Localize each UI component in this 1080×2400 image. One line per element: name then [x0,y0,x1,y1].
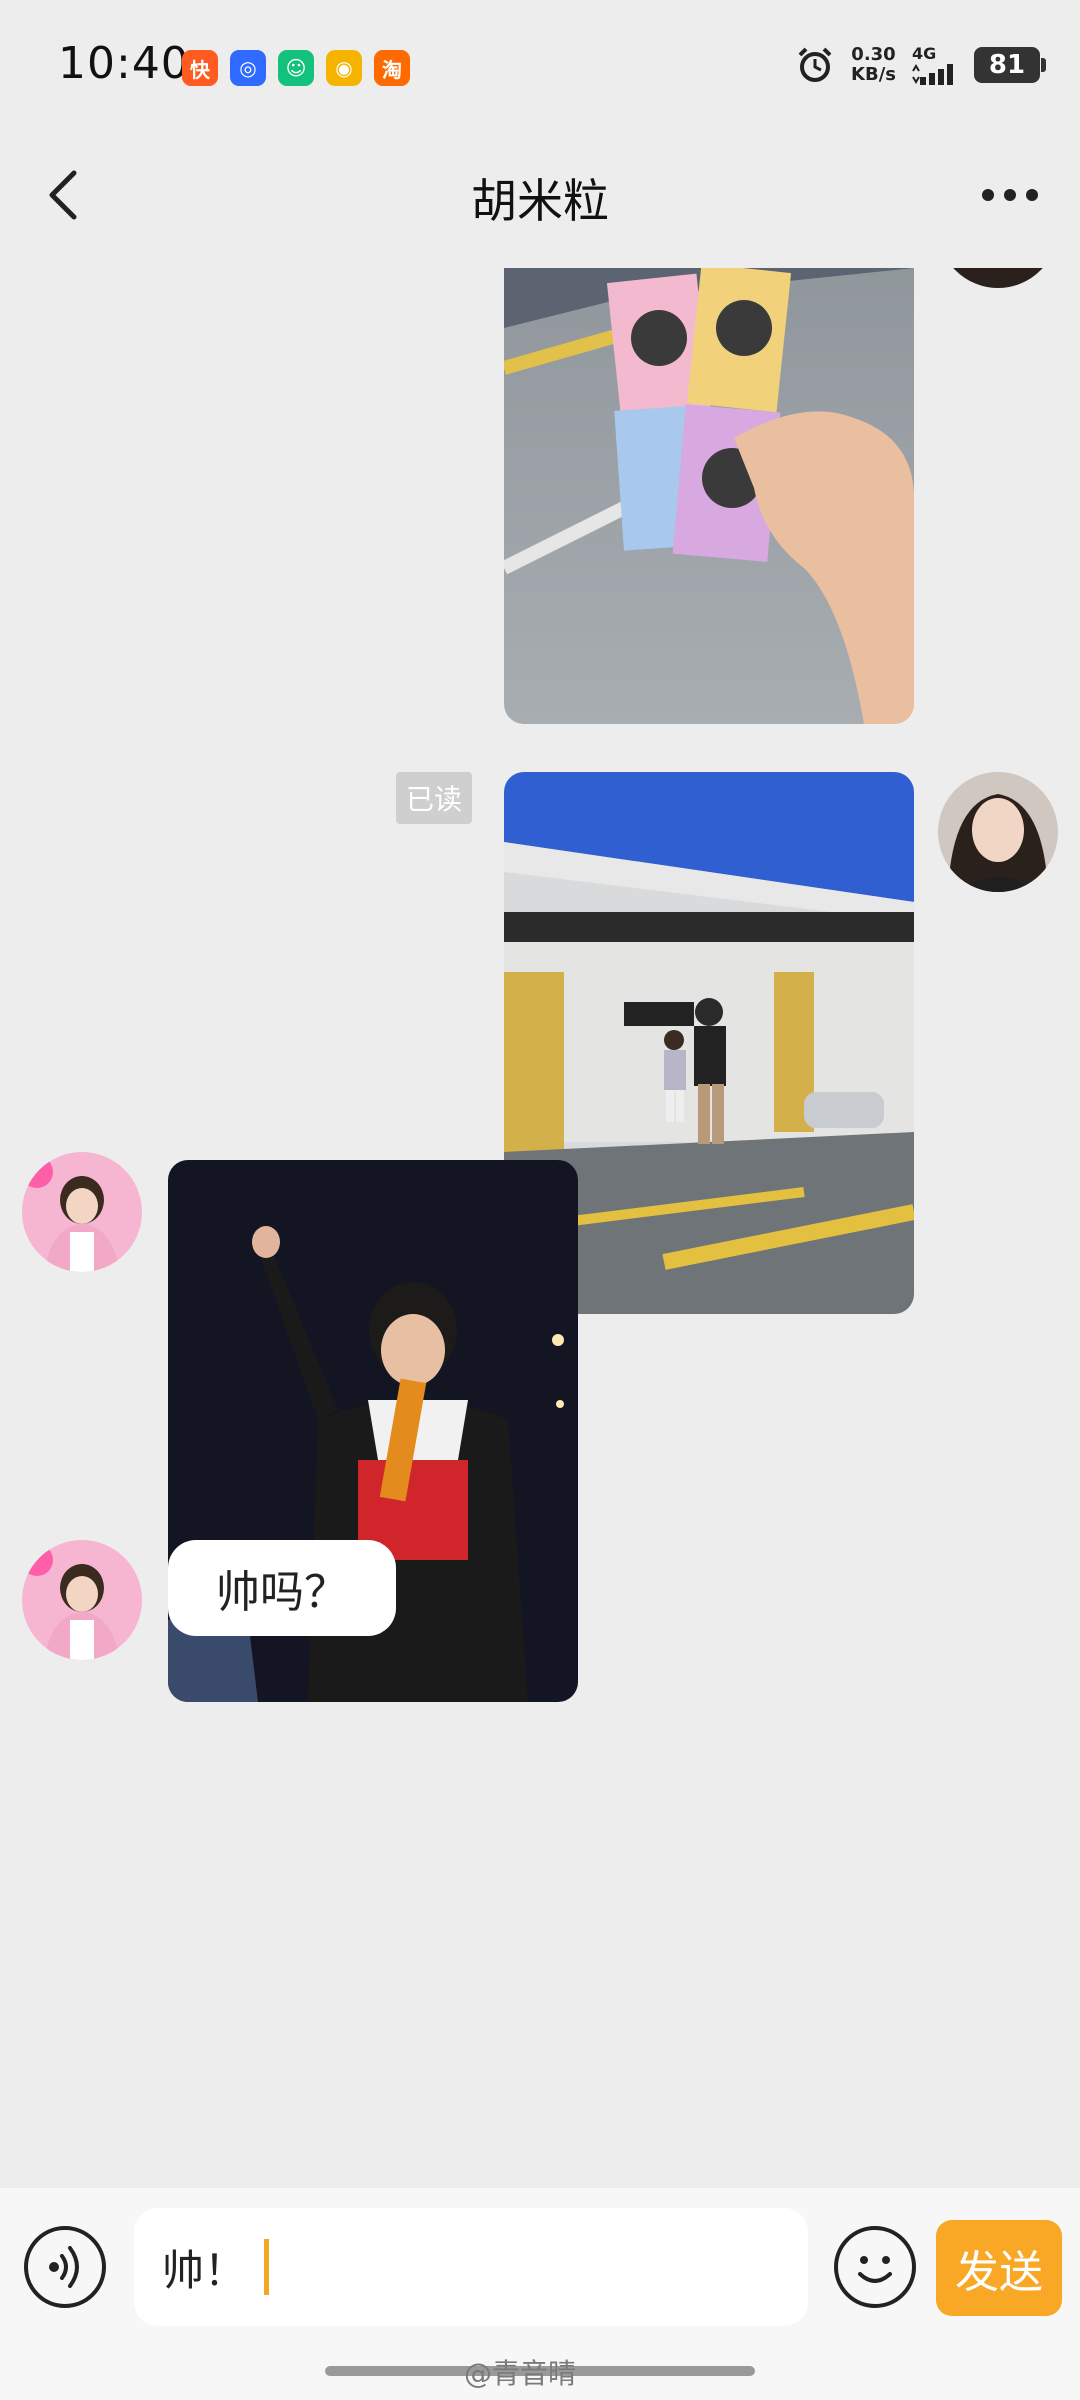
sticker-photo [504,268,914,724]
message-image-stickers[interactable] [504,268,914,724]
message-text-bubble[interactable]: 帅吗？ [168,1540,396,1636]
status-bar: 10:40 快 ◎ ☺ ◉ 淘 0.30 KB/s 4G 81 [0,0,1080,135]
message-input[interactable]: 帅！ [134,2208,808,2326]
status-indicators: 0.30 KB/s 4G 81 [795,43,1046,85]
read-receipt-label: 已读 [396,772,473,824]
voice-icon [49,2246,79,2288]
network-speed: 0.30 KB/s [851,43,896,85]
app-weibo-icon: ◉ [326,50,362,86]
text-cursor [264,2239,270,2295]
chat-header: 胡米粒 [0,135,1080,255]
network-type: 4G [912,44,937,63]
avatar-photo-woman [938,772,1058,892]
chat-title: 胡米粒 [471,174,609,228]
send-button[interactable]: 发送 [936,2220,1062,2316]
signal-strength-icon [912,64,953,85]
net-speed-value: 0.30 [851,43,896,65]
notification-app-icons: 快 ◎ ☺ ◉ 淘 [182,50,410,86]
contact-avatar[interactable] [22,1152,142,1272]
more-options-button[interactable] [970,165,1050,225]
more-dots-icon [982,189,1038,201]
avatar-photo-girl [22,1152,142,1272]
battery-indicator: 81 [974,46,1046,83]
app-kuaishou-icon: 快 [182,50,218,86]
message-input-text: 帅！ [162,2245,247,2295]
smiley-icon [858,2256,892,2283]
my-avatar[interactable] [938,772,1058,892]
app-mi-icon: ☺ [278,50,314,86]
message-list[interactable]: 已读 帅吗？ [0,268,1080,2188]
contact-avatar[interactable] [22,1540,142,1660]
my-avatar[interactable] [938,268,1058,288]
app-tool-icon: ◎ [230,50,266,86]
avatar-photo-woman [938,268,1058,288]
voice-input-button[interactable] [24,2226,106,2308]
avatar-photo-girl [22,1540,142,1660]
signal-group: 4G [912,44,958,85]
net-speed-unit: KB/s [851,63,896,85]
clock: 10:40 [58,38,190,89]
watermark: @青音晴 [464,2357,577,2390]
alarm-clock-icon [798,47,832,82]
app-taobao-icon: 淘 [374,50,410,86]
emoji-button[interactable] [834,2226,916,2308]
